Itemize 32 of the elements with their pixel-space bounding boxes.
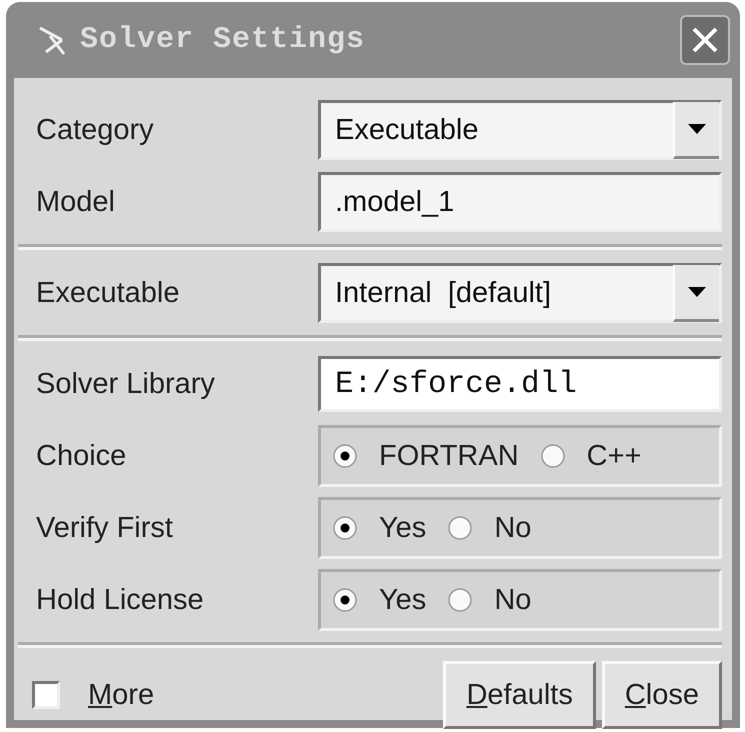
text-field[interactable]: .model_1 [318,172,722,232]
radio-button[interactable] [333,588,357,612]
dropdown[interactable]: Executable [318,100,722,160]
dropdown[interactable]: Internal [default] [318,263,722,323]
window-title: Solver Settings [80,23,366,57]
dialog-button[interactable]: Defaults [443,661,596,729]
radio-label[interactable]: Yes [379,512,426,544]
radio-label[interactable]: Yes [379,584,426,616]
field-label: Category [35,114,155,146]
dropdown-arrow-icon[interactable] [688,124,706,134]
checkbox[interactable] [32,681,60,709]
field-label: Hold License [35,584,205,616]
field-label: Model [35,186,116,218]
text-field[interactable]: E:/sforce.dll [318,356,722,412]
field-label: Verify First [35,512,174,544]
field-label: Executable [35,276,180,310]
radio-button[interactable] [448,588,472,612]
checkbox-label[interactable]: More [88,678,154,712]
field-label: Choice [35,440,128,472]
radio-label[interactable]: No [494,512,532,544]
close-button[interactable] [680,15,730,65]
radio-button[interactable] [333,516,357,540]
radio-label[interactable]: FORTRAN [379,440,519,472]
radio-button[interactable] [540,444,565,468]
radio-label[interactable]: C++ [586,440,642,472]
dialog-button[interactable]: Close [602,661,722,729]
radio-label[interactable]: No [494,584,532,616]
radio-button[interactable] [448,516,472,540]
field-label: Solver Library [35,368,216,400]
close-icon[interactable] [690,25,720,55]
dropdown-arrow-icon[interactable] [688,286,706,296]
radio-button[interactable] [333,444,357,468]
